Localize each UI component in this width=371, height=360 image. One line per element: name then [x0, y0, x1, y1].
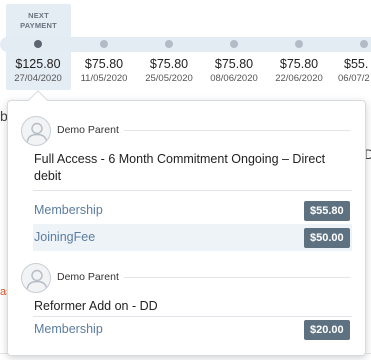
parent-name: Demo Parent [57, 271, 119, 283]
payment-amount[interactable]: $75.80 [136, 57, 202, 71]
payment-amount[interactable]: $55. [331, 57, 371, 71]
price-badge: $55.80 [304, 201, 350, 221]
payment-date: 22/06/2020 [275, 73, 323, 84]
line-item-name[interactable]: Membership [34, 203, 103, 217]
timeline-dot[interactable] [230, 40, 238, 48]
payment-schedule: NEXT PAYMENT $125.80 27/04/2020 $75.80 1… [0, 0, 371, 360]
payment-amount[interactable]: $125.80 [5, 57, 71, 71]
parent-name: Demo Parent [57, 124, 119, 136]
plan-title: Full Access - 6 Month Commitment Ongoing… [34, 152, 326, 183]
timeline-dot-active[interactable] [34, 40, 42, 48]
header-rule [124, 130, 350, 131]
payment-amount[interactable]: $75.80 [71, 57, 137, 71]
payment-date: 08/06/2020 [210, 73, 258, 84]
next-payment-label-line2: PAYMENT [20, 21, 57, 30]
next-payment-label: NEXT PAYMENT [6, 11, 71, 31]
line-item-name[interactable]: Membership [34, 322, 103, 336]
timeline-dot[interactable] [165, 40, 173, 48]
divider [33, 190, 352, 191]
plan-title: Reformer Add on - DD [34, 299, 158, 313]
line-item-name[interactable]: JoiningFee [34, 230, 95, 244]
user-avatar-icon [21, 263, 51, 293]
timeline-dot[interactable] [360, 40, 368, 48]
header-rule [124, 277, 350, 278]
user-avatar-icon [21, 116, 51, 146]
payment-amount[interactable]: $75.80 [201, 57, 267, 71]
payment-date: 06/07/2 [338, 73, 370, 84]
payment-date: 25/05/2020 [145, 73, 193, 84]
price-badge: $20.00 [304, 320, 350, 340]
timeline-dot[interactable] [100, 40, 108, 48]
background-warning-fragment: as [0, 286, 12, 298]
price-badge: $50.00 [304, 228, 350, 248]
payment-date: 11/05/2020 [80, 73, 128, 84]
payment-date: 27/04/2020 [14, 73, 62, 84]
payment-amount[interactable]: $75.80 [266, 57, 332, 71]
next-payment-label-line1: NEXT [28, 11, 49, 20]
timeline-track [0, 37, 371, 52]
divider [33, 316, 352, 317]
timeline-dot[interactable] [295, 40, 303, 48]
